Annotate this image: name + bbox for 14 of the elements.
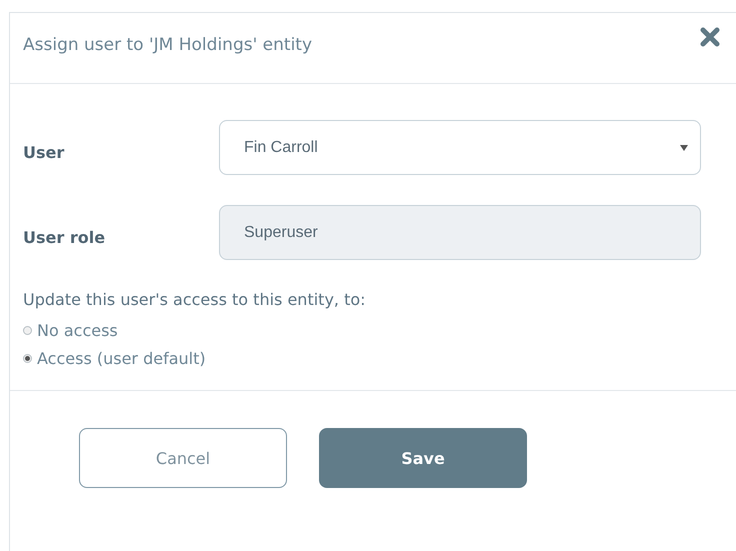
role-field: Superuser [219, 205, 701, 260]
section-heading: Update this user's access to this entity, to: [23, 290, 367, 309]
cancel-button[interactable]: Cancel [79, 428, 287, 488]
field-label: User role [23, 227, 106, 247]
close-icon[interactable] [700, 27, 720, 47]
user-dropdown[interactable]: Fin Carroll [219, 120, 701, 175]
field-label: User [23, 142, 66, 162]
radio-label: No access [37, 321, 118, 340]
dialog-title: Assign user to 'JM Holdings' entity [23, 35, 312, 55]
radio-label: Access (user default) [37, 349, 206, 368]
caret-icon [680, 144, 688, 150]
radio-button[interactable] [23, 354, 32, 363]
save-button[interactable]: Save [319, 428, 527, 488]
radio-button[interactable] [23, 326, 32, 335]
